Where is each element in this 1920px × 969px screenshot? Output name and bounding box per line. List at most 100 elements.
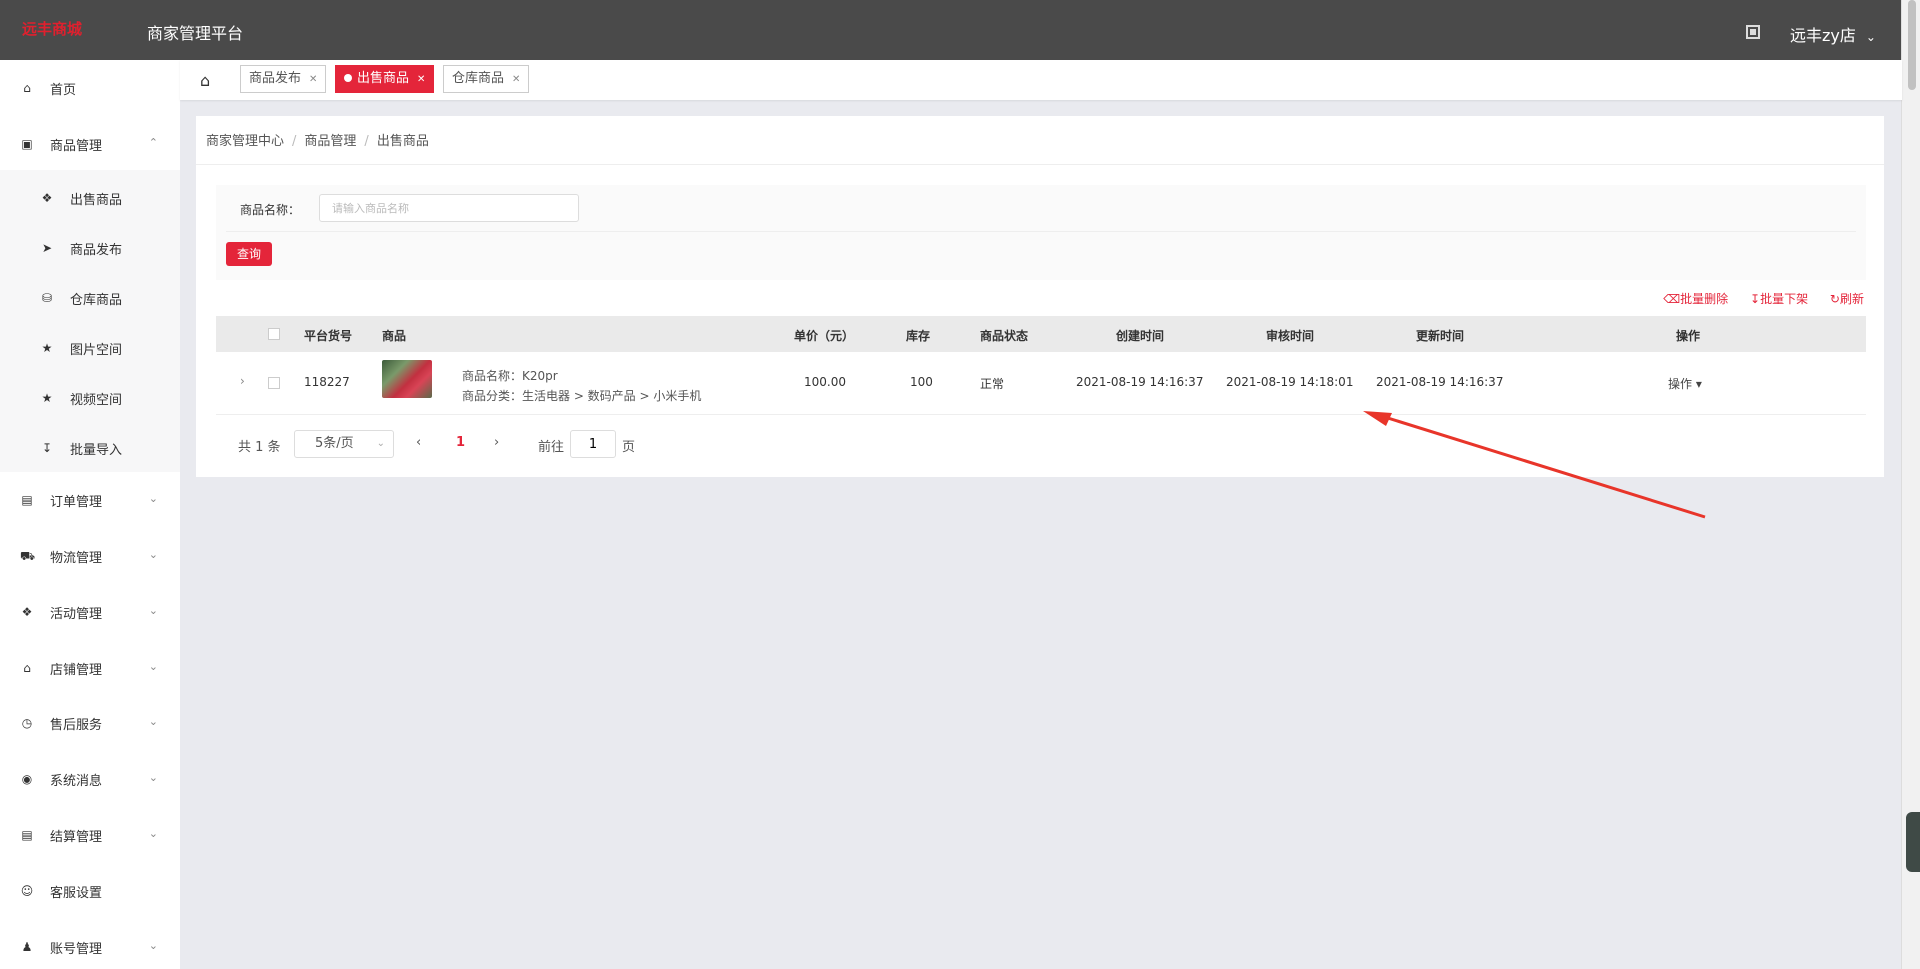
sidebar-subitem-videos[interactable]: ★ 视频空间 [0, 378, 180, 418]
product-name-input[interactable] [319, 194, 579, 222]
batch-offline-button[interactable]: ↧批量下架 [1750, 292, 1808, 306]
bill-icon: ▤ [21, 828, 33, 842]
page-scrollbar[interactable] [1901, 0, 1920, 969]
product-name[interactable]: 商品名称：K20pr [462, 367, 558, 384]
column-header-reviewed: 审核时间 [1266, 329, 1315, 343]
next-page-button[interactable]: › [494, 435, 499, 450]
page-size-select[interactable]: 5条/页 ⌄ [294, 430, 394, 458]
column-header-price: 单价（元） [794, 329, 855, 343]
chevron-down-icon: ⌄ [376, 438, 385, 449]
main-content: 商家管理中心 / 商品管理 / 出售商品 商品名称： 查询 ⌫批量删除 ↧批量下架 ↻刷… [196, 116, 1884, 477]
sidebar-subitem-on-sale[interactable]: ❖ 出售商品 [0, 178, 180, 218]
goto-page-input[interactable] [570, 430, 616, 458]
shop-menu[interactable]: 远丰zy店 ⌄ [1790, 22, 1876, 46]
store-icon: ⌂ [23, 661, 31, 675]
sidebar-item-orders[interactable]: ▤ 订单管理 ⌄ [0, 480, 180, 520]
sidebar-item-after-sales[interactable]: ◷ 售后服务 ⌄ [0, 703, 180, 743]
qr-code-icon[interactable] [1746, 25, 1760, 39]
batch-offline-label: 批量下架 [1760, 292, 1809, 306]
column-header-actions: 操作 [1676, 329, 1701, 343]
page-number-current[interactable]: 1 [456, 435, 465, 450]
chevron-down-icon: ⌄ [148, 939, 158, 952]
row-price: 100.00 [804, 375, 846, 389]
sidebar-item-messages[interactable]: ◉ 系统消息 ⌄ [0, 759, 180, 799]
sidebar-subitem-warehouse[interactable]: ⛁ 仓库商品 [0, 278, 180, 318]
row-actions-dropdown[interactable]: 操作 ▾ [1668, 375, 1702, 392]
product-name-label: 商品名称： [240, 203, 301, 217]
page-size-value: 5条/页 [315, 436, 354, 451]
sidebar-item-label: 账号管理 [50, 941, 103, 957]
chevron-up-icon: ⌃ [148, 136, 158, 149]
brand-logo[interactable]: 远丰商城 [22, 18, 82, 39]
sidebar-item-account[interactable]: ♟ 账号管理 ⌄ [0, 927, 180, 967]
sidebar-subitem-label: 商品发布 [70, 242, 123, 258]
refresh-button[interactable]: ↻刷新 [1830, 292, 1864, 306]
row-stock: 100 [910, 375, 933, 389]
sidebar-subitem-images[interactable]: ★ 图片空间 [0, 328, 180, 368]
page-unit-label: 页 [622, 440, 636, 455]
query-button[interactable]: 查询 [226, 242, 272, 266]
sidebar-item-label: 订单管理 [50, 494, 103, 510]
sidebar-item-label: 客服设置 [50, 885, 103, 901]
row-status: 正常 [980, 377, 1005, 391]
sidebar-subitem-import[interactable]: ↧ 批量导入 [0, 428, 180, 468]
sidebar-item-activities[interactable]: ❖ 活动管理 ⌄ [0, 592, 180, 632]
home-tab-icon[interactable]: ⌂ [200, 71, 210, 90]
batch-actions: ⌫批量删除 ↧批量下架 ↻刷新 [1645, 290, 1864, 307]
table-header: 平台货号 商品 单价（元） 库存 商品状态 创建时间 审核时间 更新时间 操作 [216, 316, 1866, 352]
breadcrumb-item[interactable]: 商家管理中心 [206, 134, 284, 149]
column-header-status: 商品状态 [980, 329, 1029, 343]
prev-page-button[interactable]: ‹ [416, 435, 421, 450]
tab-publish[interactable]: 商品发布 ✕ [240, 65, 327, 93]
home-icon: ⌂ [23, 81, 31, 95]
chevron-down-icon: ⌄ [148, 548, 158, 561]
sidebar-item-logistics[interactable]: ⛟ 物流管理 ⌄ [0, 536, 180, 576]
select-all-checkbox[interactable] [268, 328, 280, 340]
tab-label: 仓库商品 [452, 71, 505, 86]
sidebar-item-home[interactable]: ⌂ 首页 [0, 68, 180, 108]
star-icon: ★ [41, 341, 53, 355]
breadcrumb-item[interactable]: 商品管理 [304, 134, 356, 149]
close-icon[interactable]: ✕ [417, 74, 425, 85]
close-icon[interactable]: ✕ [512, 74, 520, 85]
sidebar-item-goods[interactable]: ▣ 商品管理 ⌃ [0, 124, 180, 164]
sidebar-item-label: 售后服务 [50, 717, 103, 733]
batch-delete-button[interactable]: ⌫批量删除 [1663, 292, 1728, 306]
table-row: › 118227 商品名称：K20pr 商品分类：生活电器 > 数码产品 > 小… [216, 352, 1866, 415]
sidebar: ⌂ 首页 ▣ 商品管理 ⌃ ❖ 出售商品 ➤ 商品发布 ⛁ 仓库商品 ★ 图片空间 ★ 视频空间… [0, 60, 180, 969]
sidebar-subitem-label: 批量导入 [70, 442, 123, 458]
sidebar-subitem-label: 出售商品 [70, 192, 123, 208]
sidebar-subitem-publish[interactable]: ➤ 商品发布 [0, 228, 180, 268]
app-title: 商家管理平台 [147, 24, 244, 43]
price-tag-icon: ❖ [41, 191, 53, 205]
sidebar-item-label: 结算管理 [50, 829, 103, 845]
sidebar-item-settlement[interactable]: ▤ 结算管理 ⌄ [0, 815, 180, 855]
product-thumbnail[interactable] [382, 360, 432, 398]
caret-down-icon: ▾ [1695, 377, 1702, 391]
warehouse-icon: ⛁ [41, 291, 53, 305]
side-widget[interactable] [1906, 812, 1920, 872]
tab-on-sale[interactable]: 出售商品 ✕ [335, 65, 435, 93]
scrollbar-thumb[interactable] [1908, 0, 1916, 90]
sidebar-item-store[interactable]: ⌂ 店铺管理 ⌄ [0, 648, 180, 688]
column-header-sku: 平台货号 [304, 329, 353, 343]
expand-row-icon[interactable]: › [240, 374, 245, 388]
chevron-down-icon: ⌄ [148, 492, 158, 505]
sidebar-item-label: 商品管理 [50, 138, 103, 154]
top-bar: 远丰商城 商家管理平台 远丰zy店 ⌄ [0, 0, 1902, 60]
row-checkbox[interactable] [268, 377, 280, 389]
chevron-down-icon: ⌄ [148, 771, 158, 784]
tab-warehouse[interactable]: 仓库商品 ✕ [443, 65, 530, 93]
chevron-down-icon: ⌄ [148, 715, 158, 728]
close-icon[interactable]: ✕ [309, 74, 317, 85]
row-reviewed-time: 2021-08-19 14:18:01 [1226, 375, 1354, 389]
goods-submenu: ❖ 出售商品 ➤ 商品发布 ⛁ 仓库商品 ★ 图片空间 ★ 视频空间 ↧ 批量导入 [0, 170, 180, 472]
active-dot [344, 74, 352, 82]
refresh-label: 刷新 [1839, 292, 1864, 306]
support-icon: ☺ [20, 884, 34, 898]
send-icon: ➤ [41, 241, 53, 255]
sidebar-item-customer-service[interactable]: ☺ 客服设置 [0, 871, 180, 911]
truck-icon: ⛟ [20, 549, 36, 563]
star-icon: ★ [41, 391, 53, 405]
breadcrumb-separator: / [364, 134, 369, 149]
